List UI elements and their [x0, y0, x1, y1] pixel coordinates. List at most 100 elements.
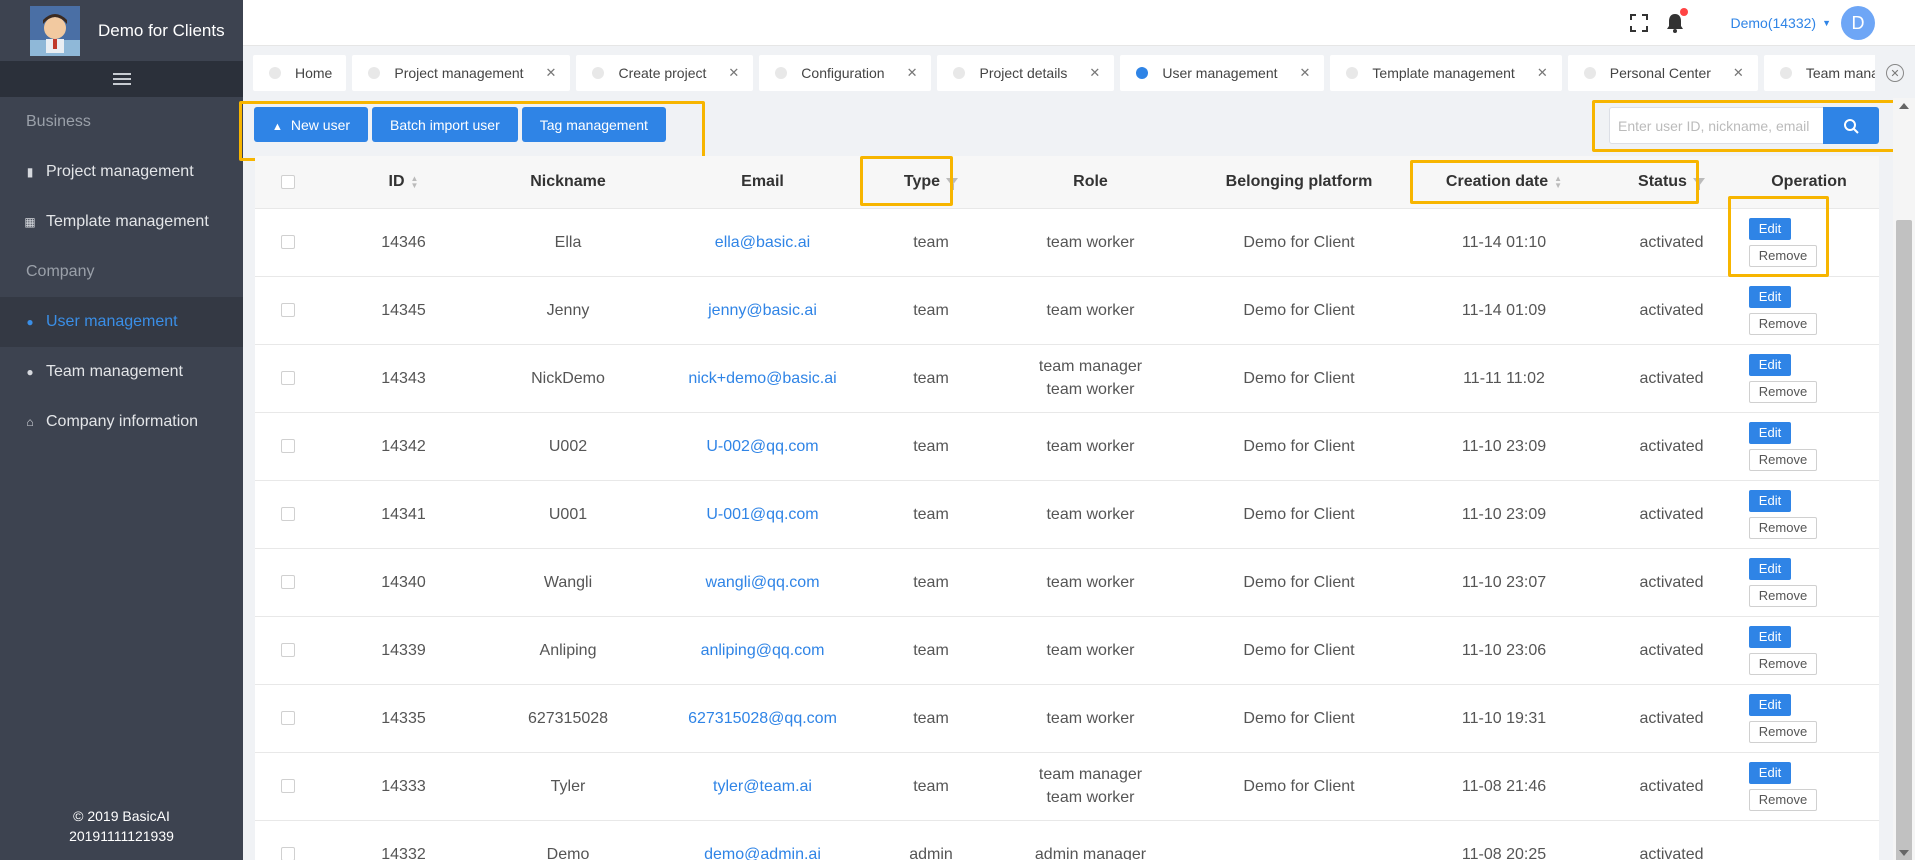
tab-label: Configuration [801, 65, 885, 81]
brand-logo [30, 5, 80, 56]
table-row: 14345 Jenny jenny@basic.ai team team worker D… [255, 276, 1879, 345]
tab-template-management[interactable]: Template management ✕ [1330, 55, 1562, 91]
email-link[interactable]: tyler@team.ai [650, 752, 875, 821]
tab-home[interactable]: Home [253, 55, 347, 91]
row-select-cell [255, 412, 321, 481]
sidebar-item-team-management[interactable]: ● Team management [0, 347, 243, 397]
row-checkbox[interactable] [281, 711, 295, 726]
edit-button[interactable]: Edit [1749, 693, 1791, 716]
tab-label: Create project [618, 65, 707, 81]
edit-button[interactable]: Edit [1749, 761, 1791, 784]
row-checkbox[interactable] [281, 507, 295, 522]
remove-button[interactable]: Remove [1749, 788, 1817, 811]
remove-button[interactable]: Remove [1749, 244, 1817, 267]
email-link[interactable]: nick+demo@basic.ai [650, 344, 875, 413]
tab-project-details[interactable]: Project details ✕ [937, 55, 1115, 91]
email-link[interactable]: ella@basic.ai [650, 208, 875, 277]
table-row: 14342 U002 U-002@qq.com team team worker Demo… [255, 412, 1879, 481]
filter-icon[interactable] [946, 177, 959, 190]
row-checkbox[interactable] [281, 235, 295, 250]
search-input[interactable] [1609, 107, 1823, 144]
batch-import-button[interactable]: Batch import user [372, 107, 518, 142]
search-button[interactable] [1823, 107, 1879, 144]
close-icon[interactable]: ✕ [1300, 65, 1311, 81]
tab-label: Template management [1372, 65, 1515, 81]
sort-icon[interactable]: ▲ ▼ [1554, 174, 1562, 189]
tab-personal-center[interactable]: Personal Center ✕ [1567, 55, 1758, 91]
caret-down-icon: ▼ [1822, 18, 1831, 28]
nickname-cell: Jenny [486, 276, 650, 345]
edit-button[interactable]: Edit [1749, 353, 1791, 376]
edit-button[interactable]: Edit [1749, 285, 1791, 308]
tab-status-dot [1346, 67, 1359, 79]
nickname-cell: Tyler [486, 752, 650, 821]
column-header-creation-date[interactable]: Creation date ▲ ▼ [1404, 156, 1604, 209]
tab-create-project[interactable]: Create project ✕ [576, 55, 754, 91]
edit-button[interactable]: Edit [1749, 557, 1791, 580]
close-icon[interactable]: ✕ [1733, 65, 1744, 81]
role-text: team worker [1046, 381, 1135, 398]
scrollbar[interactable] [1893, 98, 1915, 860]
row-checkbox[interactable] [281, 371, 295, 386]
sidebar-item-template-management[interactable]: ▦ Template management [0, 197, 243, 247]
close-icon[interactable]: ✕ [1089, 65, 1100, 81]
close-icon[interactable]: ✕ [1537, 65, 1548, 81]
role-text: team manager [1038, 766, 1143, 783]
role-cell: admin manager [987, 820, 1194, 860]
remove-button[interactable]: Remove [1749, 516, 1817, 539]
type-cell: team [875, 344, 987, 413]
email-link[interactable]: U-001@qq.com [650, 480, 875, 549]
scroll-up-arrow-icon[interactable] [1899, 103, 1909, 109]
email-link[interactable]: jenny@basic.ai [650, 276, 875, 345]
email-link[interactable]: anliping@qq.com [650, 616, 875, 685]
edit-button[interactable]: Edit [1749, 217, 1791, 240]
sort-icon[interactable]: ▲ ▼ [411, 174, 419, 189]
tab-user-management[interactable]: User management ✕ [1120, 55, 1325, 91]
tab-bar: Home Project management ✕ Create project ✕ Co… [243, 52, 1915, 94]
row-checkbox[interactable] [281, 779, 295, 794]
remove-button[interactable]: Remove [1749, 448, 1817, 471]
column-header-id[interactable]: ID ▲ ▼ [321, 156, 486, 209]
tab-configuration[interactable]: Configuration ✕ [759, 55, 932, 91]
sidebar-collapse-button[interactable] [0, 61, 243, 97]
platform-cell: Demo for Client [1194, 412, 1404, 481]
row-checkbox[interactable] [281, 439, 295, 454]
sidebar-item-project-management[interactable]: ▮ Project management [0, 147, 243, 197]
close-icon[interactable]: ✕ [728, 65, 739, 81]
remove-button[interactable]: Remove [1749, 380, 1817, 403]
remove-button[interactable]: Remove [1749, 584, 1817, 607]
row-checkbox[interactable] [281, 575, 295, 590]
email-link[interactable]: U-002@qq.com [650, 412, 875, 481]
notifications-button[interactable] [1664, 8, 1689, 34]
remove-button[interactable]: Remove [1749, 720, 1817, 743]
email-link[interactable]: wangli@qq.com [650, 548, 875, 617]
sidebar-item-company-information[interactable]: ⌂ Company information [0, 397, 243, 447]
status-cell: activated [1604, 344, 1739, 413]
select-all-cell [255, 156, 321, 209]
email-link[interactable]: 627315028@qq.com [650, 684, 875, 753]
scroll-down-arrow-icon[interactable] [1899, 850, 1909, 856]
user-menu[interactable]: Demo(14332) ▼ D [1730, 6, 1875, 40]
row-checkbox[interactable] [281, 847, 295, 860]
remove-button[interactable]: Remove [1749, 652, 1817, 675]
new-user-button[interactable]: ▲ New user [254, 107, 369, 142]
tab-project-management[interactable]: Project management ✕ [352, 55, 571, 91]
row-checkbox[interactable] [281, 303, 295, 318]
close-icon[interactable]: ✕ [907, 65, 918, 81]
sidebar-item-label: Template management [46, 213, 209, 230]
tag-management-button[interactable]: Tag management [521, 107, 666, 142]
email-link[interactable]: demo@admin.ai [650, 820, 875, 860]
fullscreen-button[interactable] [1628, 12, 1650, 34]
close-all-tabs-button[interactable]: ✕ [1875, 52, 1915, 94]
remove-button[interactable]: Remove [1749, 312, 1817, 335]
edit-button[interactable]: Edit [1749, 421, 1791, 444]
row-checkbox[interactable] [281, 643, 295, 658]
close-icon[interactable]: ✕ [546, 65, 557, 81]
select-all-checkbox[interactable] [281, 174, 295, 189]
edit-button[interactable]: Edit [1749, 489, 1791, 512]
edit-button[interactable]: Edit [1749, 625, 1791, 648]
sidebar-item-user-management[interactable]: ● User management [0, 297, 243, 347]
filter-icon[interactable] [1692, 177, 1705, 190]
id-cell: 14346 [321, 208, 486, 277]
scrollbar-thumb[interactable] [1896, 220, 1912, 860]
